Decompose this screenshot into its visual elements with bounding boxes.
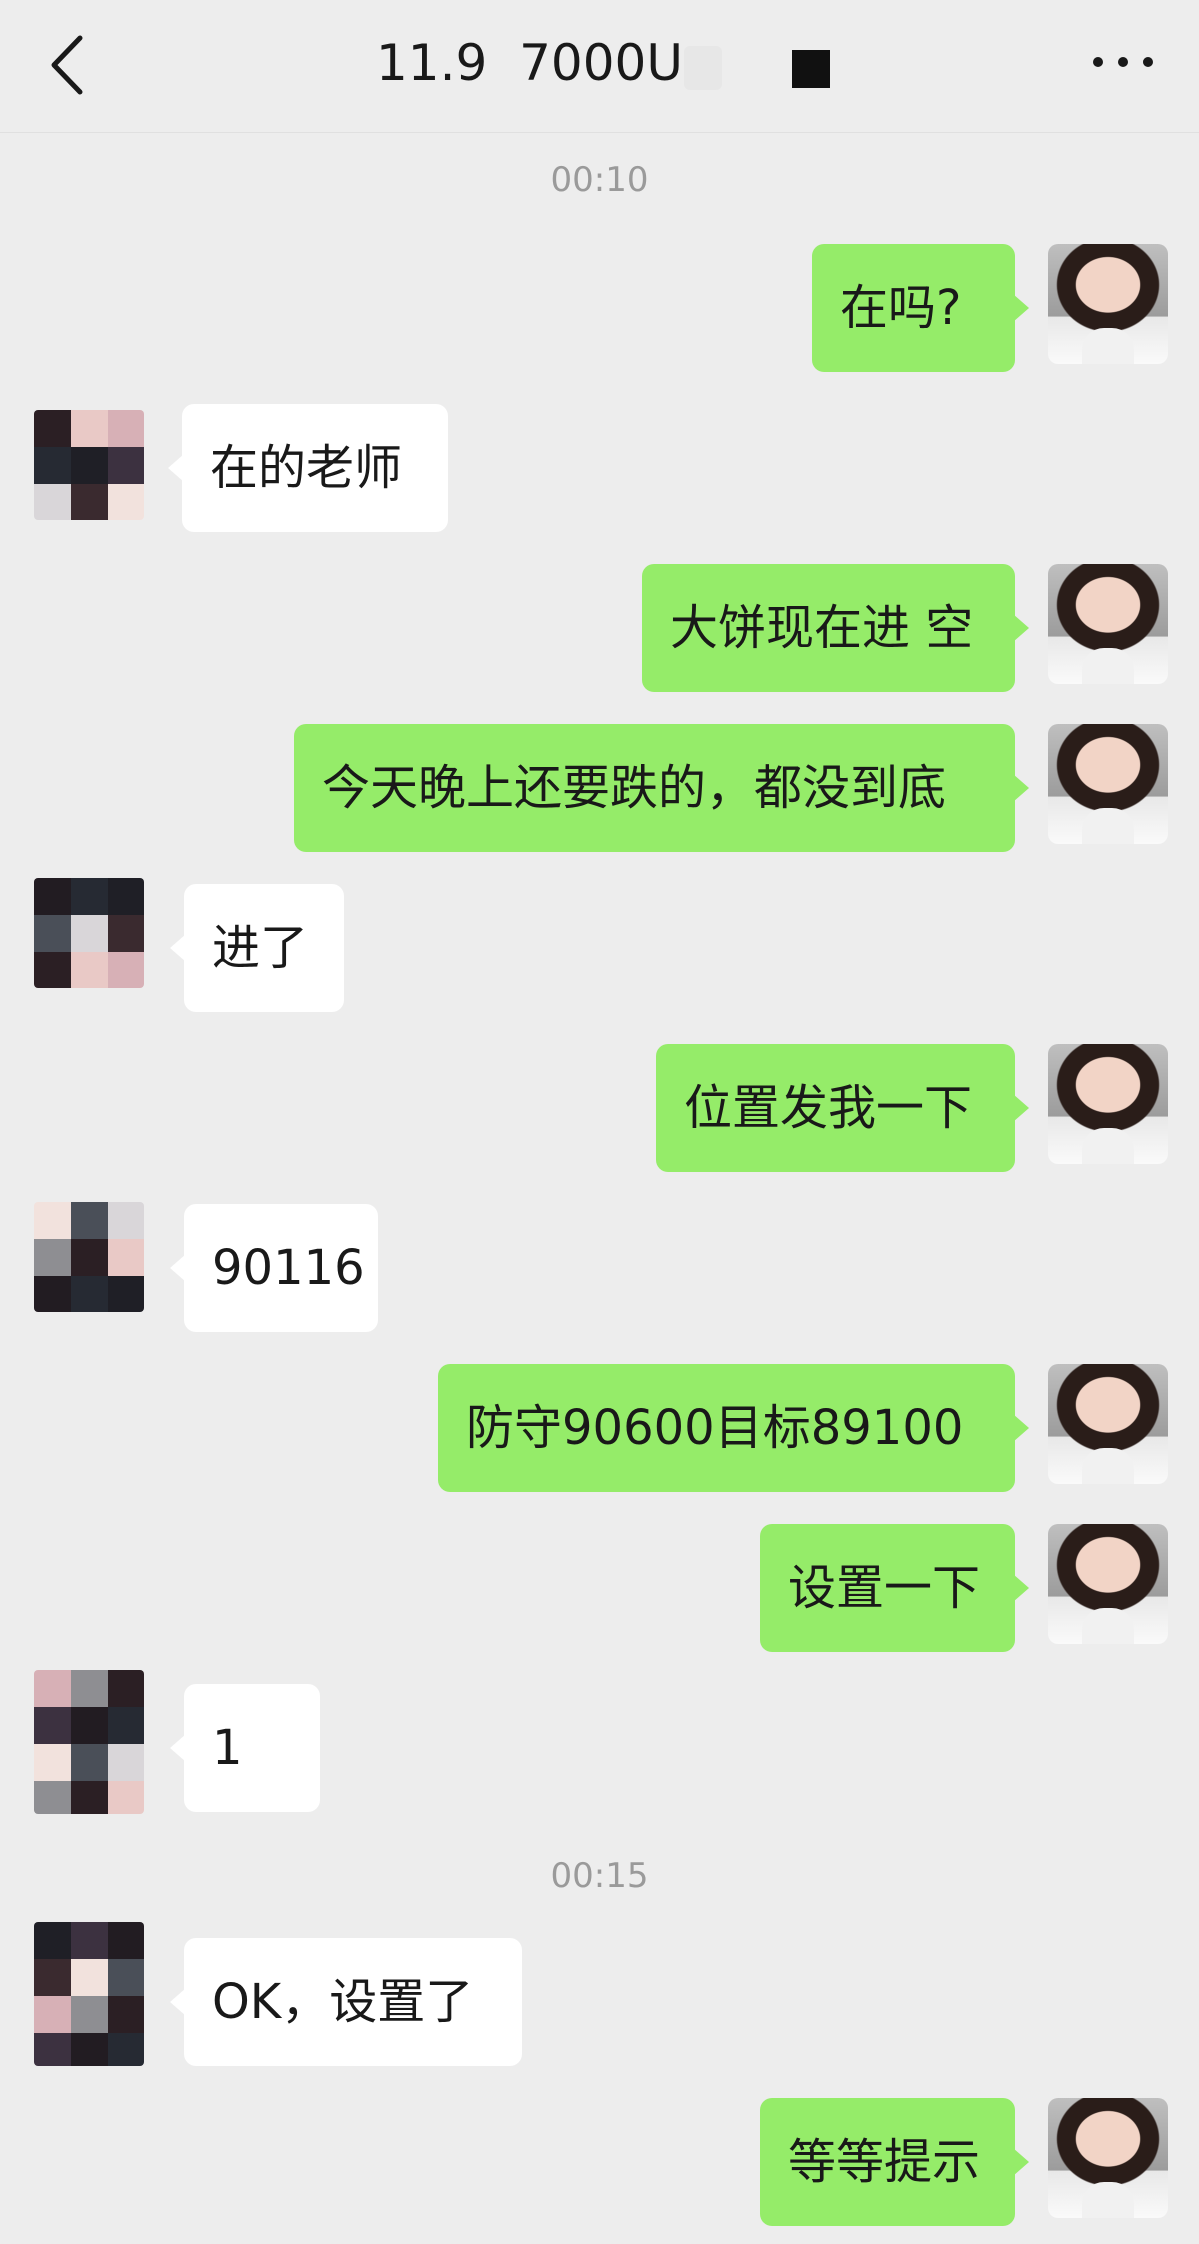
avatar-mosaic-pixel — [34, 1922, 71, 1959]
message-bubble-received[interactable]: 1 — [170, 1684, 320, 1812]
avatar-mosaic-pixel — [71, 915, 108, 952]
timestamp: 00:15 — [550, 1856, 649, 1896]
avatar-mosaic-pixel — [71, 1922, 108, 1959]
avatar-mosaic-pixel — [108, 1781, 144, 1814]
my-avatar[interactable] — [1048, 724, 1168, 844]
avatar-mosaic-pixel — [34, 1996, 71, 2033]
my-avatar[interactable] — [1048, 244, 1168, 364]
avatar-mosaic-pixel — [108, 1202, 144, 1239]
avatar-mosaic-pixel — [34, 1202, 71, 1239]
avatar-mosaic-pixel — [34, 447, 71, 484]
redacted-block — [792, 50, 830, 88]
avatar-mosaic-pixel — [108, 878, 144, 915]
avatar-mosaic-pixel — [34, 952, 71, 988]
message-bubble-received[interactable]: 在的老师 — [168, 404, 448, 532]
avatar-mosaic-pixel — [34, 1707, 71, 1744]
avatar-mosaic-pixel — [71, 1781, 108, 1814]
avatar-mosaic-pixel — [34, 410, 71, 447]
avatar-mosaic-pixel — [34, 484, 71, 520]
my-avatar[interactable] — [1048, 2098, 1168, 2218]
avatar-mosaic-pixel — [108, 1996, 144, 2033]
avatar-mosaic-pixel — [108, 1670, 144, 1707]
message-bubble-received[interactable]: 进了 — [170, 884, 344, 1012]
avatar-mosaic-pixel — [108, 1744, 144, 1781]
avatar-mosaic-pixel — [71, 484, 108, 520]
avatar-mosaic-pixel — [108, 447, 144, 484]
avatar-mosaic-pixel — [108, 1922, 144, 1959]
avatar-mosaic-pixel — [34, 2033, 71, 2066]
avatar-mosaic-pixel — [108, 484, 144, 520]
contact-avatar[interactable] — [34, 878, 144, 988]
message-bubble-sent[interactable]: 大饼现在进 空 — [642, 564, 1029, 692]
avatar-mosaic-pixel — [71, 447, 108, 484]
contact-avatar[interactable] — [34, 410, 144, 520]
avatar-mosaic-pixel — [34, 1781, 71, 1814]
avatar-mosaic-pixel — [34, 1744, 71, 1781]
avatar-mosaic-pixel — [71, 1996, 108, 2033]
message-bubble-sent[interactable]: 防守90600目标89100 — [438, 1364, 1029, 1492]
more-options-icon[interactable] — [1090, 50, 1156, 74]
avatar-mosaic-pixel — [108, 1959, 144, 1996]
avatar-mosaic-pixel — [108, 2033, 144, 2066]
avatar-mosaic-pixel — [71, 2033, 108, 2066]
message-bubble-sent[interactable]: 位置发我一下 — [656, 1044, 1029, 1172]
message-bubble-received[interactable]: OK，设置了 — [170, 1938, 522, 2066]
contact-avatar[interactable] — [34, 1670, 144, 1814]
avatar-mosaic-pixel — [71, 952, 108, 988]
avatar-mosaic-pixel — [71, 1239, 108, 1276]
avatar-mosaic-pixel — [71, 1959, 108, 1996]
my-avatar[interactable] — [1048, 564, 1168, 684]
avatar-mosaic-pixel — [108, 952, 144, 988]
avatar-mosaic-pixel — [34, 878, 71, 915]
chat-title: 11.9 7000U — [376, 34, 683, 92]
avatar-mosaic-pixel — [34, 1670, 71, 1707]
back-arrow-icon[interactable] — [44, 30, 94, 100]
chat-header: 11.9 7000U — [0, 0, 1199, 133]
avatar-mosaic-pixel — [34, 1239, 71, 1276]
my-avatar[interactable] — [1048, 1044, 1168, 1164]
avatar-mosaic-pixel — [71, 1707, 108, 1744]
avatar-mosaic-pixel — [71, 1744, 108, 1781]
message-bubble-received[interactable]: 90116 — [170, 1204, 378, 1332]
my-avatar[interactable] — [1048, 1524, 1168, 1644]
avatar-mosaic-pixel — [108, 1239, 144, 1276]
message-bubble-sent[interactable]: 在吗? — [812, 244, 1029, 372]
message-bubble-sent[interactable]: 设置一下 — [760, 1524, 1029, 1652]
avatar-mosaic-pixel — [108, 1707, 144, 1744]
timestamp: 00:10 — [550, 160, 649, 200]
avatar-mosaic-pixel — [34, 1276, 71, 1312]
contact-avatar[interactable] — [34, 1202, 144, 1312]
contact-avatar[interactable] — [34, 1922, 144, 2066]
avatar-mosaic-pixel — [108, 410, 144, 447]
message-bubble-sent[interactable]: 等等提示 — [760, 2098, 1029, 2226]
my-avatar[interactable] — [1048, 1364, 1168, 1484]
avatar-mosaic-pixel — [71, 1276, 108, 1312]
avatar-mosaic-pixel — [108, 1276, 144, 1312]
avatar-mosaic-pixel — [71, 1202, 108, 1239]
avatar-mosaic-pixel — [71, 878, 108, 915]
redacted-blur — [684, 46, 722, 90]
avatar-mosaic-pixel — [34, 915, 71, 952]
avatar-mosaic-pixel — [71, 1670, 108, 1707]
avatar-mosaic-pixel — [34, 1959, 71, 1996]
message-bubble-sent[interactable]: 今天晚上还要跌的，都没到底 — [294, 724, 1029, 852]
avatar-mosaic-pixel — [71, 410, 108, 447]
avatar-mosaic-pixel — [108, 915, 144, 952]
